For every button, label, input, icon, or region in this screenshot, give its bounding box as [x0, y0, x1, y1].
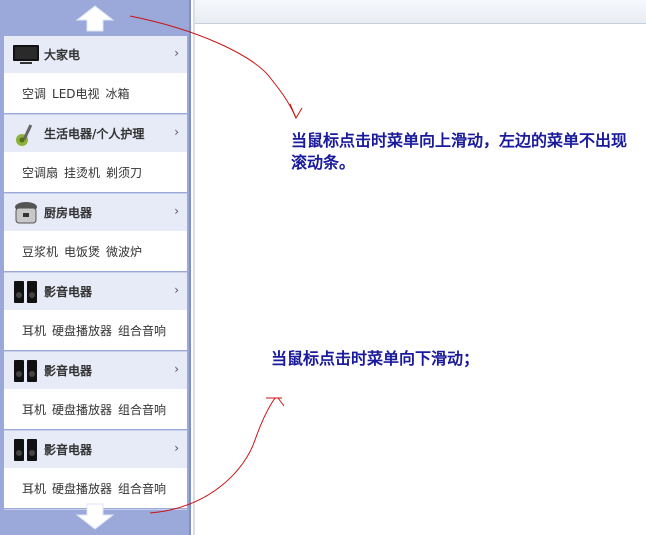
category-title: 厨房电器 [44, 206, 93, 220]
chevron-right-icon: › [174, 283, 179, 297]
subcategory-link[interactable]: 耳机 [22, 322, 46, 339]
subcategory-link[interactable]: 剃须刀 [106, 164, 142, 181]
chevron-right-icon: › [174, 441, 179, 455]
subcategory-link[interactable]: 空调 [22, 85, 46, 102]
speaker-icon [12, 436, 40, 464]
subcategory-link[interactable]: 组合音响 [118, 480, 166, 497]
vacuum-icon [12, 120, 40, 148]
category-title: 影音电器 [44, 285, 93, 299]
chevron-right-icon: › [174, 125, 179, 139]
scroll-down-button[interactable] [0, 499, 189, 535]
chevron-right-icon: › [174, 362, 179, 376]
scroll-up-button[interactable] [0, 0, 189, 36]
category-item: 影音电器 › 耳机 硬盘播放器 组合音响 [4, 352, 187, 431]
category-title: 影音电器 [44, 443, 93, 457]
chevron-right-icon: › [174, 204, 179, 218]
category-header[interactable]: 影音电器 › [4, 352, 187, 389]
subcategory-link[interactable]: 组合音响 [118, 322, 166, 339]
category-header[interactable]: 生活电器/个人护理 › [4, 115, 187, 152]
category-title: 影音电器 [44, 364, 93, 378]
subcategory-link[interactable]: 硬盘播放器 [52, 401, 112, 418]
speaker-icon [12, 278, 40, 306]
subcategory-link[interactable]: 冰箱 [106, 85, 130, 102]
chevron-right-icon: › [174, 46, 179, 60]
category-title: 大家电 [44, 48, 81, 62]
annotation-arrowhead-down [266, 397, 285, 407]
subcategory-link[interactable]: 硬盘播放器 [52, 322, 112, 339]
subcategory-row: 空调 LED电视 冰箱 [4, 73, 187, 113]
category-item: 大家电 › 空调 LED电视 冰箱 [4, 36, 187, 115]
annotation-scroll-down: 当鼠标点击时菜单向下滑动； [271, 349, 480, 368]
category-header[interactable]: 大家电 › [4, 36, 187, 73]
arrow-down-icon [75, 503, 114, 530]
arrow-up-icon [75, 5, 114, 32]
tv-icon [12, 41, 40, 69]
subcategory-row: 耳机 硬盘播放器 组合音响 [4, 389, 187, 429]
divider [193, 0, 195, 535]
category-list: 大家电 › 空调 LED电视 冰箱生活电器/个人护理 › 空调扇 挂烫机 剃须刀厨房电器 › 豆浆机… [4, 36, 187, 510]
category-header[interactable]: 厨房电器 › [4, 194, 187, 231]
rice-cooker-icon [12, 199, 40, 227]
annotation-scroll-up: 当鼠标点击时菜单向上滑动，左边的菜单不出现滚动条。 [291, 131, 628, 172]
subcategory-link[interactable]: 耳机 [22, 401, 46, 418]
subcategory-link[interactable]: 微波炉 [106, 243, 142, 260]
category-header[interactable]: 影音电器 › [4, 431, 187, 468]
subcategory-link[interactable]: 电饭煲 [64, 243, 100, 260]
subcategory-link[interactable]: 组合音响 [118, 401, 166, 418]
category-item: 厨房电器 › 豆浆机 电饭煲 微波炉 [4, 194, 187, 273]
side-menu: 大家电 › 空调 LED电视 冰箱生活电器/个人护理 › 空调扇 挂烫机 剃须刀厨房电器 › 豆浆机… [0, 0, 191, 535]
subcategory-row: 空调扇 挂烫机 剃须刀 [4, 152, 187, 192]
subcategory-link[interactable]: 耳机 [22, 480, 46, 497]
subcategory-link[interactable]: 挂烫机 [64, 164, 100, 181]
subcategory-row: 豆浆机 电饭煲 微波炉 [4, 231, 187, 271]
subcategory-link[interactable]: 硬盘播放器 [52, 480, 112, 497]
subcategory-link[interactable]: 豆浆机 [22, 243, 58, 260]
subcategory-link[interactable]: LED电视 [52, 85, 100, 102]
category-header[interactable]: 影音电器 › [4, 273, 187, 310]
speaker-icon [12, 357, 40, 385]
category-item: 生活电器/个人护理 › 空调扇 挂烫机 剃须刀 [4, 115, 187, 194]
annotation-arrowhead-up [289, 103, 303, 120]
category-item: 影音电器 › 耳机 硬盘播放器 组合音响 [4, 273, 187, 352]
subcategory-link[interactable]: 空调扇 [22, 164, 58, 181]
subcategory-row: 耳机 硬盘播放器 组合音响 [4, 310, 187, 350]
category-title: 生活电器/个人护理 [44, 127, 145, 141]
top-bar [195, 0, 646, 24]
